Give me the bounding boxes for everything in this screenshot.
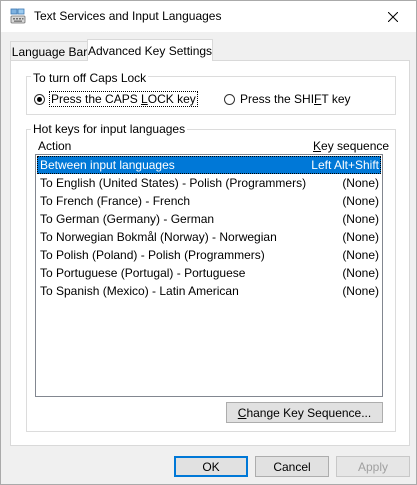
close-button[interactable]: [370, 1, 416, 32]
row-action: To Polish (Poland) - Polish (Programmers…: [40, 248, 265, 262]
close-icon: [388, 11, 398, 22]
hotkey-row-between-languages[interactable]: Between input languages Left Alt+Shift: [37, 156, 381, 174]
radio-button-unchecked[interactable]: [224, 93, 235, 105]
caps-lock-legend: To turn off Caps Lock: [31, 71, 149, 85]
hotkey-row[interactable]: To French (France) - French (None): [37, 192, 381, 210]
hotkey-row[interactable]: To German (Germany) - German (None): [37, 210, 381, 228]
row-sequence: (None): [342, 266, 379, 280]
radio-button-checked[interactable]: [34, 93, 45, 105]
hotkeys-legend: Hot keys for input languages: [31, 122, 188, 136]
row-action: Between input languages: [40, 158, 175, 172]
row-action: To Portuguese (Portugal) - Portuguese: [40, 266, 246, 280]
hotkey-row[interactable]: To Portuguese (Portugal) - Portuguese (N…: [37, 264, 381, 282]
row-sequence: (None): [342, 176, 379, 190]
tab-language-bar[interactable]: Language Bar: [10, 41, 89, 61]
column-header-key-sequence: Key sequence: [313, 139, 390, 153]
hotkeys-listbox[interactable]: Between input languages Left Alt+Shift T…: [35, 154, 383, 397]
row-action: To English (United States) - Polish (Pro…: [40, 176, 307, 190]
cancel-button[interactable]: Cancel: [255, 456, 329, 477]
hotkey-row[interactable]: To Norwegian Bokmål (Norway) - Norwegian…: [37, 228, 381, 246]
keyboard-icon: [10, 8, 26, 24]
apply-button[interactable]: Apply: [336, 456, 410, 477]
dialog-window: Text Services and Input Languages Langua…: [0, 0, 417, 485]
tab-advanced-key-settings[interactable]: Advanced Key Settings: [87, 39, 213, 61]
column-header-action: Action: [38, 139, 72, 153]
shift-radio-option[interactable]: Press the SHIFT key: [224, 92, 351, 106]
row-sequence: (None): [342, 230, 379, 244]
row-sequence: (None): [342, 212, 379, 226]
tab-label: Advanced Key Settings: [87, 43, 213, 58]
row-sequence: Left Alt+Shift: [311, 158, 379, 172]
row-sequence: (None): [342, 194, 379, 208]
row-sequence: (None): [342, 284, 379, 298]
hotkey-row[interactable]: To Polish (Poland) - Polish (Programmers…: [37, 246, 381, 264]
shift-option-label: Press the SHIFT key: [240, 92, 351, 106]
change-key-sequence-button[interactable]: Change Key Sequence...: [226, 402, 383, 423]
row-action: To Norwegian Bokmål (Norway) - Norwegian: [40, 230, 277, 244]
title-bar[interactable]: Text Services and Input Languages: [1, 1, 416, 32]
tab-label: Language Bar: [11, 44, 88, 59]
row-action: To French (France) - French: [40, 194, 191, 208]
row-sequence: (None): [342, 248, 379, 262]
hotkey-row[interactable]: To English (United States) - Polish (Pro…: [37, 174, 381, 192]
row-action: To Spanish (Mexico) - Latin American: [40, 284, 239, 298]
ok-button[interactable]: OK: [174, 456, 248, 477]
hotkey-row[interactable]: To Spanish (Mexico) - Latin American (No…: [37, 282, 381, 300]
caps-lock-option-label: Press the CAPS LOCK key: [49, 91, 198, 107]
window-title: Text Services and Input Languages: [34, 9, 222, 23]
caps-lock-radio-option[interactable]: Press the CAPS LOCK key: [34, 91, 198, 107]
row-action: To German (Germany) - German: [40, 212, 215, 226]
